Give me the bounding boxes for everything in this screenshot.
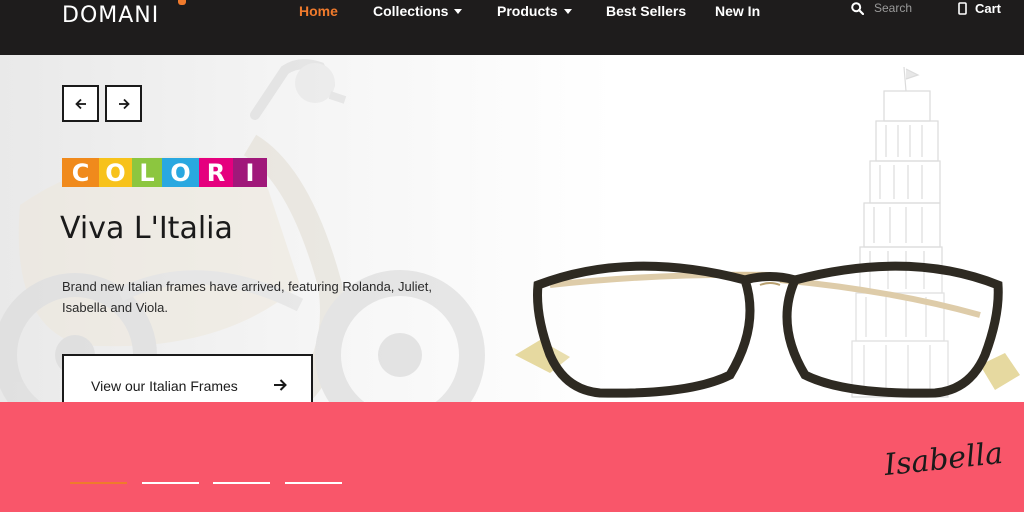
brand-letter: I — [233, 158, 267, 187]
view-italian-frames-button[interactable]: View our Italian Frames — [62, 354, 313, 402]
cta-label: View our Italian Frames — [91, 377, 238, 394]
hero-title: Viva L'Italia — [60, 211, 233, 246]
chevron-down-icon — [563, 8, 572, 14]
nav-products[interactable]: Products — [497, 3, 572, 21]
brand-letter: O — [162, 158, 199, 187]
search-bar — [851, 0, 944, 16]
nav-products-label: Products — [497, 3, 558, 19]
cart-button[interactable]: Cart — [958, 0, 1001, 16]
carousel-indicator-2[interactable] — [142, 482, 199, 484]
carousel-next-button[interactable] — [105, 85, 142, 122]
cart-label: Cart — [975, 0, 1002, 16]
carousel-indicator-4[interactable] — [285, 482, 342, 484]
brand-letter: C — [62, 158, 99, 187]
nav-collections-label: Collections — [373, 3, 449, 19]
colori-brand-logo: C O L O R I — [62, 158, 267, 187]
nav-home[interactable]: Home — [299, 3, 338, 21]
cart-icon — [958, 1, 967, 15]
search-input[interactable] — [874, 1, 944, 15]
carousel-indicator-1[interactable] — [70, 482, 127, 484]
arrow-right-icon — [274, 379, 287, 391]
hero-description: Brand new Italian frames have arrived, f… — [62, 279, 432, 315]
arrow-right-icon — [118, 98, 130, 109]
nav-collections[interactable]: Collections — [373, 3, 463, 21]
carousel-indicator-3[interactable] — [213, 482, 270, 484]
brand-logo[interactable]: DOMANI — [62, 3, 159, 28]
glasses-product-image — [515, 261, 1020, 398]
model-signature: Isabella — [882, 435, 1005, 484]
brand-letter: O — [99, 158, 132, 187]
nav-best-sellers[interactable]: Best Sellers — [606, 3, 686, 21]
carousel-prev-button[interactable] — [62, 85, 99, 122]
bottom-band: Isabella — [0, 402, 1024, 512]
chevron-down-icon — [454, 8, 463, 14]
logo-accent — [178, 0, 186, 5]
site-header: DOMANI Home Collections Products Best Se… — [0, 0, 1024, 55]
search-icon[interactable] — [851, 1, 864, 15]
hero-banner: C O L O R I Viva L'Italia Brand new Ital… — [0, 55, 1024, 402]
arrow-left-icon — [74, 98, 86, 109]
brand-letter: L — [132, 158, 162, 187]
nav-new-in[interactable]: New In — [715, 3, 760, 21]
brand-letter: R — [199, 158, 233, 187]
